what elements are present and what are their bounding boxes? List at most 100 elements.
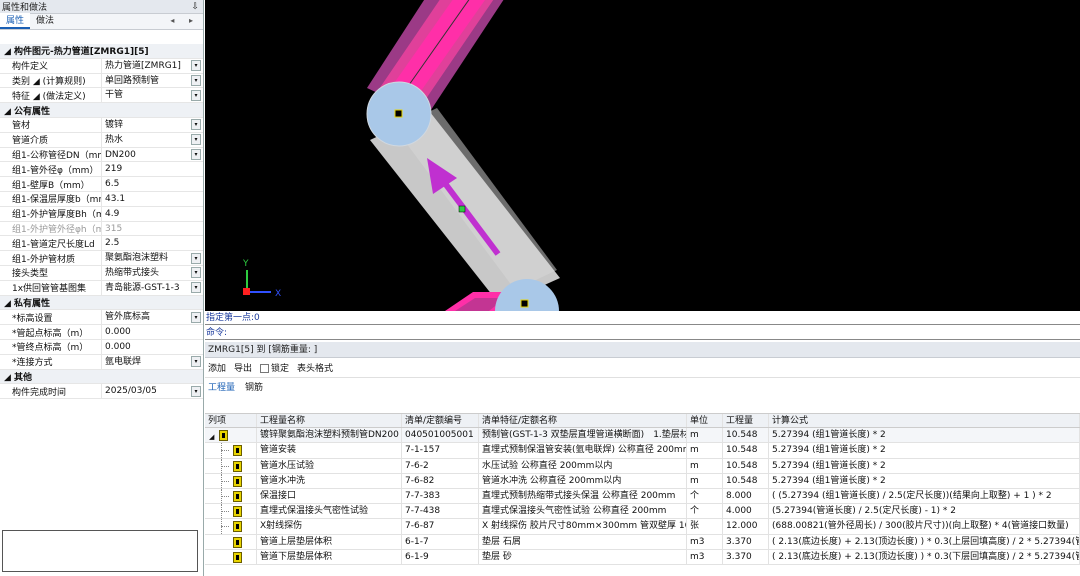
table-row[interactable]: 管道水冲洗 7-6-82 管道水冲洗 公称直径 200mm以内 m 10.548 5.27… [205, 473, 1080, 489]
column-header[interactable]: 清单/定额编号 [402, 414, 479, 428]
dropdown-arrow-icon[interactable]: ▾ [191, 267, 201, 279]
cell-desc[interactable]: 管道水冲洗 公称直径 200mm以内 [479, 473, 687, 488]
cell-desc[interactable]: 垫层 石屑 [479, 534, 687, 549]
property-value[interactable]: 热水 [101, 132, 191, 147]
cell-unit[interactable]: 个 [687, 488, 723, 504]
cell-qty[interactable]: 3.370 [723, 534, 769, 549]
column-header[interactable]: 工程量名称 [257, 414, 402, 428]
cell-name[interactable]: 直埋式保温接头气密性试验 [257, 504, 402, 519]
pin-icon[interactable]: ⇩ [191, 2, 199, 12]
tab-quantity[interactable]: 工程量 [208, 380, 235, 393]
joint-grip-lower[interactable] [520, 299, 529, 308]
cell-code[interactable]: 6-1-9 [402, 549, 479, 564]
header-format-button[interactable]: 表头格式 [297, 361, 333, 374]
cell-desc[interactable]: 直埋式预制保温管安装(氩电联焊) 公称直径 200mm... [479, 443, 687, 458]
cell-qty[interactable]: 10.548 [723, 458, 769, 473]
property-value[interactable]: 青岛能源-GST-1-3 [101, 280, 191, 295]
cell-formula[interactable]: (5.27394(管道长度) / 2.5(定尺长度) - 1) * 2 [769, 504, 1080, 519]
cell-desc[interactable]: X 射线探伤 胶片尺寸80mm×300mm 管双壁厚 16m... [479, 519, 687, 534]
cell-desc[interactable]: 预制管(GST-1-3 双垫层直埋管道横断面) 1.垫层材质... [479, 428, 687, 443]
column-header[interactable]: 单位 [687, 414, 723, 428]
cell-name[interactable]: 管道下层垫层体积 [257, 549, 402, 564]
cell-desc[interactable]: 垫层 砂 [479, 549, 687, 564]
cell-unit[interactable]: m3 [687, 549, 723, 564]
property-value[interactable]: 镀锌 [101, 117, 191, 132]
cell-desc[interactable]: 直埋式预制热缩带式接头保温 公称直径 200mm [479, 488, 687, 504]
property-value[interactable]: 氩电联焊 [101, 354, 191, 369]
cell-name[interactable]: X射线探伤 [257, 519, 402, 534]
property-value[interactable]: 219 [101, 162, 203, 177]
cell-desc[interactable]: 水压试验 公称直径 200mm以内 [479, 458, 687, 473]
joint-grip-upper[interactable] [394, 109, 403, 118]
property-value[interactable]: 管外底标高 [101, 310, 191, 325]
dropdown-arrow-icon[interactable]: ▾ [191, 89, 201, 101]
table-row[interactable]: 保温接口 7-7-383 直埋式预制热缩带式接头保温 公称直径 200mm 个 8.00… [205, 488, 1080, 505]
cell-name[interactable]: 管道水冲洗 [257, 473, 402, 488]
dropdown-arrow-icon[interactable]: ▾ [191, 134, 201, 146]
cell-formula[interactable]: ( (5.27394 (组1管道长度) / 2.5(定尺长度))(结果向上取整)… [769, 488, 1080, 504]
dropdown-arrow-icon[interactable]: ▾ [191, 60, 201, 72]
column-header[interactable]: 列项 [205, 414, 257, 428]
cell-qty[interactable]: 4.000 [723, 504, 769, 519]
cell-unit[interactable]: m [687, 428, 723, 443]
dropdown-arrow-icon[interactable]: ▾ [191, 148, 201, 160]
column-header[interactable]: 清单特征/定额名称 [479, 414, 687, 428]
property-section-header[interactable]: ◢ 其他 [0, 369, 203, 385]
property-value[interactable]: DN200 [101, 147, 191, 162]
table-row[interactable]: X射线探伤 7-6-87 X 射线探伤 胶片尺寸80mm×300mm 管双壁厚 16… [205, 519, 1080, 535]
tab-methods[interactable]: 做法 [30, 13, 60, 29]
property-value[interactable]: 热力管道[ZMRG1] [101, 58, 191, 73]
cell-code[interactable]: 7-6-82 [402, 473, 479, 488]
tab-rebar[interactable]: 钢筋 [245, 380, 263, 393]
cell-qty[interactable]: 8.000 [723, 488, 769, 504]
cell-formula[interactable]: 5.27394 (组1管道长度) * 2 [769, 473, 1080, 488]
column-header[interactable]: 计算公式 [769, 414, 1080, 428]
table-row[interactable]: 管道下层垫层体积 6-1-9 垫层 砂 m3 3.370( 2.13(底边长度) + 2… [205, 549, 1080, 565]
cell-code[interactable]: 7-6-2 [402, 458, 479, 473]
cell-unit[interactable]: m [687, 443, 723, 458]
cell-name[interactable]: 管道安装 [257, 443, 402, 458]
cell-code[interactable]: 7-1-157 [402, 443, 479, 458]
property-value[interactable]: 2025/03/05 [101, 384, 191, 399]
table-row[interactable]: 管道水压试验 7-6-2 水压试验 公称直径 200mm以内 m 10.548 5.273… [205, 458, 1080, 474]
table-row[interactable]: ◢ 镀锌聚氨酯泡沫塑料预制管DN200 040501005001 预制管(GST-1-… [205, 428, 1080, 444]
drawing-canvas[interactable]: Y X [205, 0, 1080, 311]
lock-toggle[interactable]: 锁定 [260, 361, 289, 374]
cell-name[interactable]: 保温接口 [257, 488, 402, 504]
dropdown-arrow-icon[interactable]: ▾ [191, 282, 201, 294]
dropdown-arrow-icon[interactable]: ▾ [191, 311, 201, 323]
property-value[interactable]: 2.5 [101, 236, 203, 251]
cell-qty[interactable]: 12.000 [723, 519, 769, 534]
table-row[interactable]: 直埋式保温接头气密性试验 7-7-438 直埋式保温接头气密性试验 公称直径 200… [205, 504, 1080, 520]
column-header[interactable]: 工程量 [723, 414, 769, 428]
cell-formula[interactable]: 5.27394 (组1管道长度) * 2 [769, 458, 1080, 473]
cell-formula[interactable]: (688.00821(管外径周长) / 300(胶片尺寸))(向上取整) * 4… [769, 519, 1080, 534]
property-section-header[interactable]: ◢ 公有属性 [0, 103, 203, 118]
cell-unit[interactable]: m [687, 473, 723, 488]
cell-code[interactable]: 040501005001 [402, 428, 479, 443]
property-value[interactable]: 4.9 [101, 206, 203, 221]
property-value[interactable]: 315 [101, 221, 203, 236]
dropdown-arrow-icon[interactable]: ▾ [191, 356, 201, 368]
dropdown-arrow-icon[interactable]: ▾ [191, 385, 201, 397]
cell-unit[interactable]: m [687, 458, 723, 473]
export-button[interactable]: 导出 [234, 361, 252, 374]
property-value[interactable]: 聚氨酯泡沫塑料 [101, 251, 191, 265]
property-value[interactable]: 6.5 [101, 177, 203, 191]
cell-unit[interactable]: 个 [687, 504, 723, 519]
command-input[interactable]: 命令: [205, 326, 1080, 340]
cell-qty[interactable]: 10.548 [723, 473, 769, 488]
cell-unit[interactable]: 张 [687, 519, 723, 534]
dropdown-arrow-icon[interactable]: ▾ [191, 119, 201, 131]
midpoint-grip[interactable] [458, 205, 466, 213]
tab-scroll-arrows-icon[interactable]: ◂ ▸ [170, 16, 199, 25]
cell-qty[interactable]: 10.548 [723, 443, 769, 458]
cell-code[interactable]: 7-7-383 [402, 488, 479, 504]
property-section-header[interactable]: ◢ 私有属性 [0, 295, 203, 311]
cell-formula[interactable]: ( 2.13(底边长度) + 2.13(顶边长度) ) * 0.3(上层回填高度… [769, 534, 1080, 549]
cell-formula[interactable]: 5.27394 (组1管道长度) * 2 [769, 428, 1080, 443]
property-value[interactable]: 0.000 [101, 325, 203, 339]
cell-qty[interactable]: 3.370 [723, 549, 769, 564]
property-value[interactable]: 干管 [101, 88, 191, 103]
cell-code[interactable]: 7-6-87 [402, 519, 479, 534]
